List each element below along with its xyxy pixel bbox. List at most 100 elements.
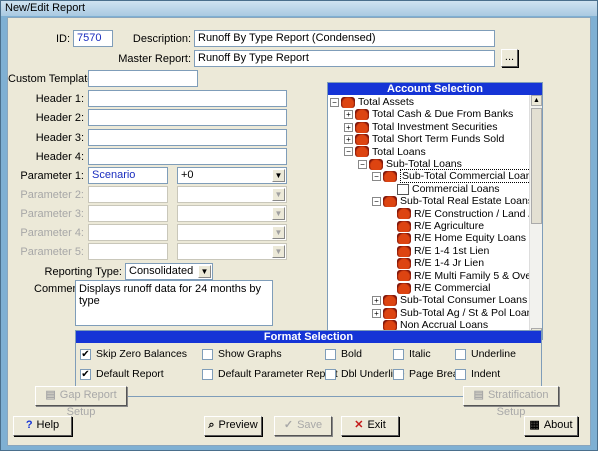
checkbox-icon[interactable] bbox=[393, 348, 404, 360]
gap-report-setup-button[interactable]: ▤ Gap Report Setup bbox=[35, 386, 127, 418]
tree-node[interactable]: + Total Investment Securities bbox=[344, 121, 497, 133]
checkbox-icon[interactable] bbox=[455, 368, 466, 380]
format-option-checkbox[interactable]: Italic bbox=[393, 348, 431, 361]
tree-node[interactable]: R/E 1-4 Jr Lien bbox=[386, 257, 484, 269]
checkbox-icon[interactable]: ✔ bbox=[80, 368, 91, 380]
chevron-down-icon[interactable]: ▼ bbox=[272, 245, 285, 258]
account-icon bbox=[383, 295, 397, 307]
about-button[interactable]: ▦ About bbox=[524, 416, 578, 436]
checkbox-icon[interactable]: ✔ bbox=[80, 348, 91, 360]
tree-node[interactable]: − Sub-Total Real Estate Loans bbox=[372, 195, 530, 207]
tree-node[interactable]: + Sub-Total Ag / St & Pol Loans bbox=[372, 307, 530, 319]
tree-node[interactable]: R/E Construction / Land / Dev bbox=[386, 208, 530, 220]
param2-select[interactable]: ▼ bbox=[177, 186, 287, 203]
description-field[interactable]: Runoff By Type Report (Condensed) bbox=[194, 30, 495, 47]
tree-node[interactable]: + Total Short Term Funds Sold bbox=[344, 133, 504, 145]
checkbox-icon[interactable] bbox=[325, 348, 336, 360]
tree-node-label: Total Cash & Due From Banks bbox=[372, 108, 514, 121]
param2-label: Parameter 2: bbox=[20, 189, 84, 201]
checkbox-icon[interactable] bbox=[325, 368, 336, 380]
chevron-down-icon[interactable]: ▼ bbox=[272, 169, 285, 182]
chevron-down-icon[interactable]: ▼ bbox=[272, 188, 285, 201]
account-tree-scrollbar[interactable]: ▲ ▼ bbox=[529, 95, 542, 339]
expand-icon[interactable]: + bbox=[344, 110, 353, 120]
format-option-checkbox[interactable]: Bold bbox=[325, 348, 362, 361]
param1-field[interactable]: Scenario bbox=[88, 167, 168, 184]
scroll-up-icon[interactable]: ▲ bbox=[531, 95, 542, 106]
master-report-field[interactable]: Runoff By Type Report bbox=[194, 50, 495, 67]
format-option-checkbox[interactable]: Show Graphs bbox=[202, 348, 282, 361]
checkbox-icon[interactable] bbox=[202, 348, 213, 360]
collapse-icon[interactable]: − bbox=[372, 196, 381, 206]
account-tree[interactable]: − Total Assets + Total Cash & Due From Bank… bbox=[328, 95, 530, 339]
expand-icon[interactable]: + bbox=[344, 134, 353, 144]
format-option-checkbox[interactable]: ✔ Default Report bbox=[80, 368, 164, 381]
tree-node[interactable]: R/E Commercial bbox=[386, 282, 490, 294]
param1-select[interactable]: +0 ▼ bbox=[177, 167, 287, 184]
param5-field[interactable] bbox=[88, 243, 168, 260]
chevron-down-icon[interactable]: ▼ bbox=[272, 226, 285, 239]
custom-template-field[interactable] bbox=[88, 70, 198, 87]
checkbox-icon[interactable] bbox=[393, 368, 404, 380]
header2-field[interactable] bbox=[88, 109, 287, 126]
tree-node[interactable]: R/E Multi Family 5 & Over bbox=[386, 270, 530, 282]
account-icon bbox=[355, 146, 369, 158]
expand-icon[interactable]: + bbox=[372, 296, 381, 306]
format-option-checkbox[interactable]: ✔ Skip Zero Balances bbox=[80, 348, 187, 361]
format-option-label: Default Report bbox=[96, 368, 164, 380]
tree-node[interactable]: − Total Assets bbox=[330, 96, 414, 108]
tree-node-label: Sub-Total Loans bbox=[386, 158, 462, 170]
checkbox-icon[interactable] bbox=[455, 348, 466, 360]
tree-node[interactable]: + Sub-Total Consumer Loans bbox=[372, 294, 527, 306]
tree-node[interactable]: R/E 1-4 1st Lien bbox=[386, 245, 489, 257]
collapse-icon[interactable]: − bbox=[344, 147, 353, 157]
checkbox-icon[interactable] bbox=[202, 368, 213, 380]
collapse-icon[interactable]: − bbox=[358, 159, 367, 169]
help-button[interactable]: ? Help bbox=[13, 416, 72, 436]
chevron-down-icon[interactable]: ▼ bbox=[272, 207, 285, 220]
tree-node[interactable]: − Sub-Total Loans bbox=[358, 158, 462, 170]
param3-field[interactable] bbox=[88, 205, 168, 222]
param3-select[interactable]: ▼ bbox=[177, 205, 287, 222]
comment-textarea[interactable]: Displays runoff data for 24 months by ty… bbox=[75, 280, 273, 326]
chevron-down-icon[interactable]: ▼ bbox=[198, 265, 211, 278]
format-option-checkbox[interactable]: Underline bbox=[455, 348, 516, 361]
account-selection-panel: Account Selection − Total Assets + Total Ca… bbox=[327, 82, 543, 340]
tree-node[interactable]: − Sub-Total Commercial Loans bbox=[372, 169, 530, 184]
tree-node[interactable]: Commercial Loans bbox=[386, 183, 500, 195]
tree-node[interactable]: − Total Loans bbox=[344, 146, 426, 158]
expand-icon[interactable]: + bbox=[344, 122, 353, 132]
expand-icon[interactable]: + bbox=[372, 308, 381, 318]
header1-field[interactable] bbox=[88, 90, 287, 107]
header1-label: Header 1: bbox=[35, 93, 84, 105]
collapse-icon[interactable]: − bbox=[372, 172, 381, 182]
id-field[interactable]: 7570 bbox=[73, 30, 113, 47]
format-option-checkbox[interactable]: Page Break bbox=[393, 368, 464, 381]
format-option-checkbox[interactable]: Indent bbox=[455, 368, 500, 381]
scroll-thumb[interactable] bbox=[531, 108, 542, 224]
format-option-checkbox[interactable]: Default Parameter Report bbox=[202, 368, 338, 381]
collapse-icon[interactable]: − bbox=[330, 97, 339, 107]
tree-node[interactable]: R/E Home Equity Loans bbox=[386, 232, 526, 244]
save-button[interactable]: ✓ Save bbox=[274, 416, 332, 436]
help-label: Help bbox=[36, 419, 60, 431]
param5-select[interactable]: ▼ bbox=[177, 243, 287, 260]
tree-node-label: Total Short Term Funds Sold bbox=[372, 133, 505, 146]
param1-label: Parameter 1: bbox=[20, 170, 84, 182]
tree-node-label: R/E Agriculture bbox=[414, 220, 485, 232]
preview-button[interactable]: ⌕ Preview bbox=[204, 416, 262, 436]
tree-node[interactable]: + Total Cash & Due From Banks bbox=[344, 108, 513, 120]
exit-button[interactable]: ✕ Exit bbox=[341, 416, 399, 436]
param4-select[interactable]: ▼ bbox=[177, 224, 287, 241]
about-label: About bbox=[543, 419, 573, 431]
header4-field[interactable] bbox=[88, 148, 287, 165]
stratification-setup-button[interactable]: ▤ Stratification Setup bbox=[463, 386, 559, 418]
browse-master-button[interactable]: ... bbox=[501, 49, 518, 67]
header3-field[interactable] bbox=[88, 129, 287, 146]
param4-field[interactable] bbox=[88, 224, 168, 241]
account-icon bbox=[369, 158, 383, 170]
account-icon bbox=[341, 96, 355, 108]
reporting-type-select[interactable]: Consolidated ▼ bbox=[125, 263, 213, 280]
param2-field[interactable] bbox=[88, 186, 168, 203]
tree-node[interactable]: R/E Agriculture bbox=[386, 220, 484, 232]
